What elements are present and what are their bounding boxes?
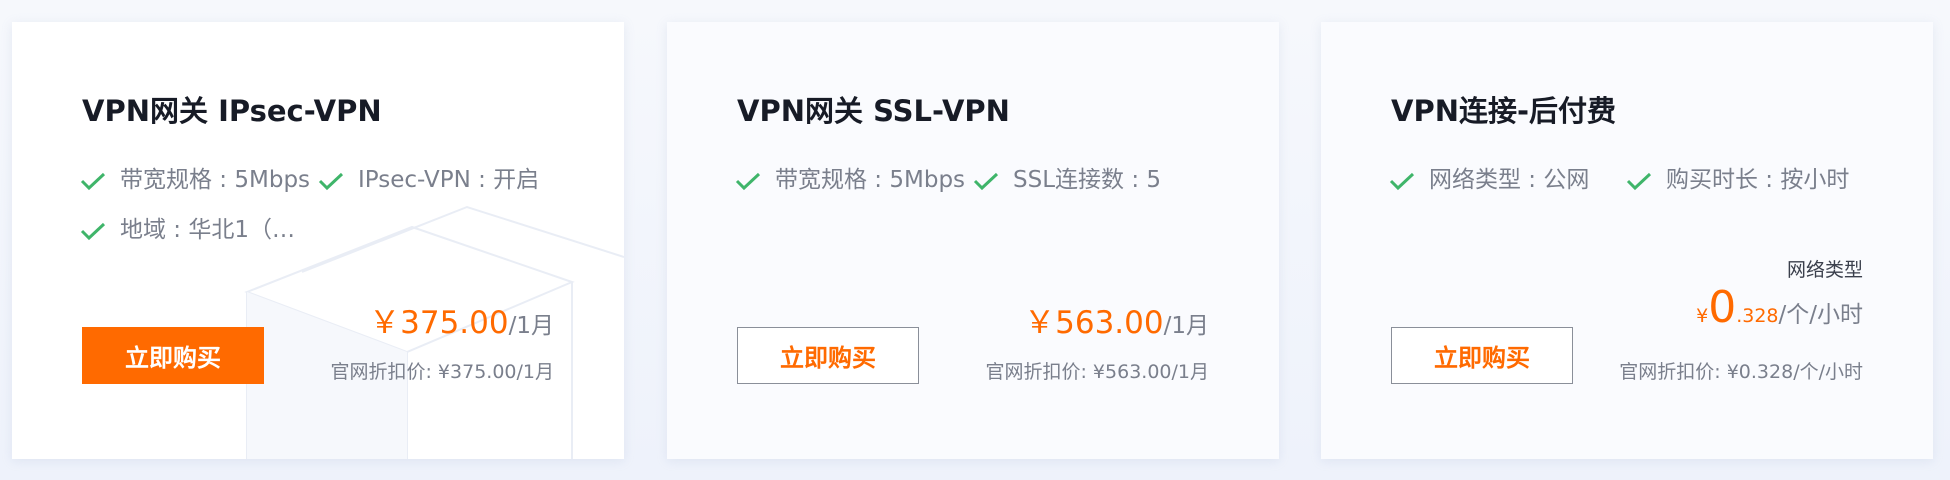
feature-item: 带宽规格 : 5Mbps: [735, 169, 965, 192]
check-icon: [735, 172, 761, 190]
feature-item: 地域 : 华北1（…: [80, 219, 295, 242]
discount-price: 官网折扣价: ¥563.00/1月: [985, 361, 1209, 383]
check-icon: [80, 222, 106, 240]
discount-price: 官网折扣价: ¥0.328/个/小时: [1619, 361, 1863, 383]
price: ￥563.00/1月: [1024, 297, 1209, 342]
feature-item: 购买时长 : 按小时: [1626, 169, 1849, 192]
buy-now-button[interactable]: 立即购买: [737, 327, 919, 384]
feature-text: 带宽规格 : 5Mbps: [120, 167, 311, 193]
check-icon: [80, 172, 106, 190]
price: ¥0.328/个/小时: [1696, 282, 1863, 333]
price-label: 网络类型: [1786, 259, 1863, 281]
feature-text: 购买时长 : 按小时: [1666, 167, 1850, 193]
check-icon: [318, 172, 344, 190]
feature-text: IPsec-VPN : 开启: [358, 167, 540, 193]
product-card-ipsec-vpn: VPN网关 IPsec-VPN 带宽规格 : 5Mbps IPsec-VPN :…: [12, 22, 624, 459]
feature-item: SSL连接数 : 5: [973, 169, 1161, 192]
buy-now-button[interactable]: 立即购买: [82, 327, 264, 384]
feature-item: 网络类型 : 公网: [1389, 169, 1589, 192]
price-currency: ¥: [1696, 305, 1709, 327]
card-title: VPN连接-后付费: [1391, 94, 1617, 128]
price-unit: /1月: [1163, 313, 1209, 339]
feature-text: 地域 : 华北1（…: [120, 217, 296, 243]
check-icon: [973, 172, 999, 190]
product-card-ssl-vpn: VPN网关 SSL-VPN 带宽规格 : 5Mbps SSL连接数 : 5 ￥5…: [667, 22, 1279, 459]
card-title: VPN网关 IPsec-VPN: [82, 94, 382, 128]
card-title: VPN网关 SSL-VPN: [737, 94, 1010, 128]
check-icon: [1389, 172, 1415, 190]
price-amount: 375.00: [400, 305, 509, 341]
price-currency: ￥: [1024, 305, 1056, 341]
price-unit: /个/小时: [1778, 302, 1864, 328]
price-integer: 0: [1708, 282, 1737, 333]
feature-text: 网络类型 : 公网: [1429, 167, 1590, 193]
price-unit: /1月: [508, 313, 554, 339]
price-amount: 563.00: [1055, 305, 1164, 341]
feature-text: 带宽规格 : 5Mbps: [775, 167, 966, 193]
check-icon: [1626, 172, 1652, 190]
feature-item: IPsec-VPN : 开启: [318, 169, 539, 192]
discount-price: 官网折扣价: ¥375.00/1月: [330, 361, 554, 383]
product-card-vpn-connection: VPN连接-后付费 网络类型 : 公网 购买时长 : 按小时 网络类型 ¥0.3…: [1321, 22, 1933, 459]
feature-item: 带宽规格 : 5Mbps: [80, 169, 310, 192]
feature-text: SSL连接数 : 5: [1013, 167, 1162, 193]
buy-now-button[interactable]: 立即购买: [1391, 327, 1573, 384]
price-decimal: .328: [1736, 305, 1779, 327]
price-currency: ￥: [369, 305, 401, 341]
price: ￥375.00/1月: [369, 297, 554, 342]
